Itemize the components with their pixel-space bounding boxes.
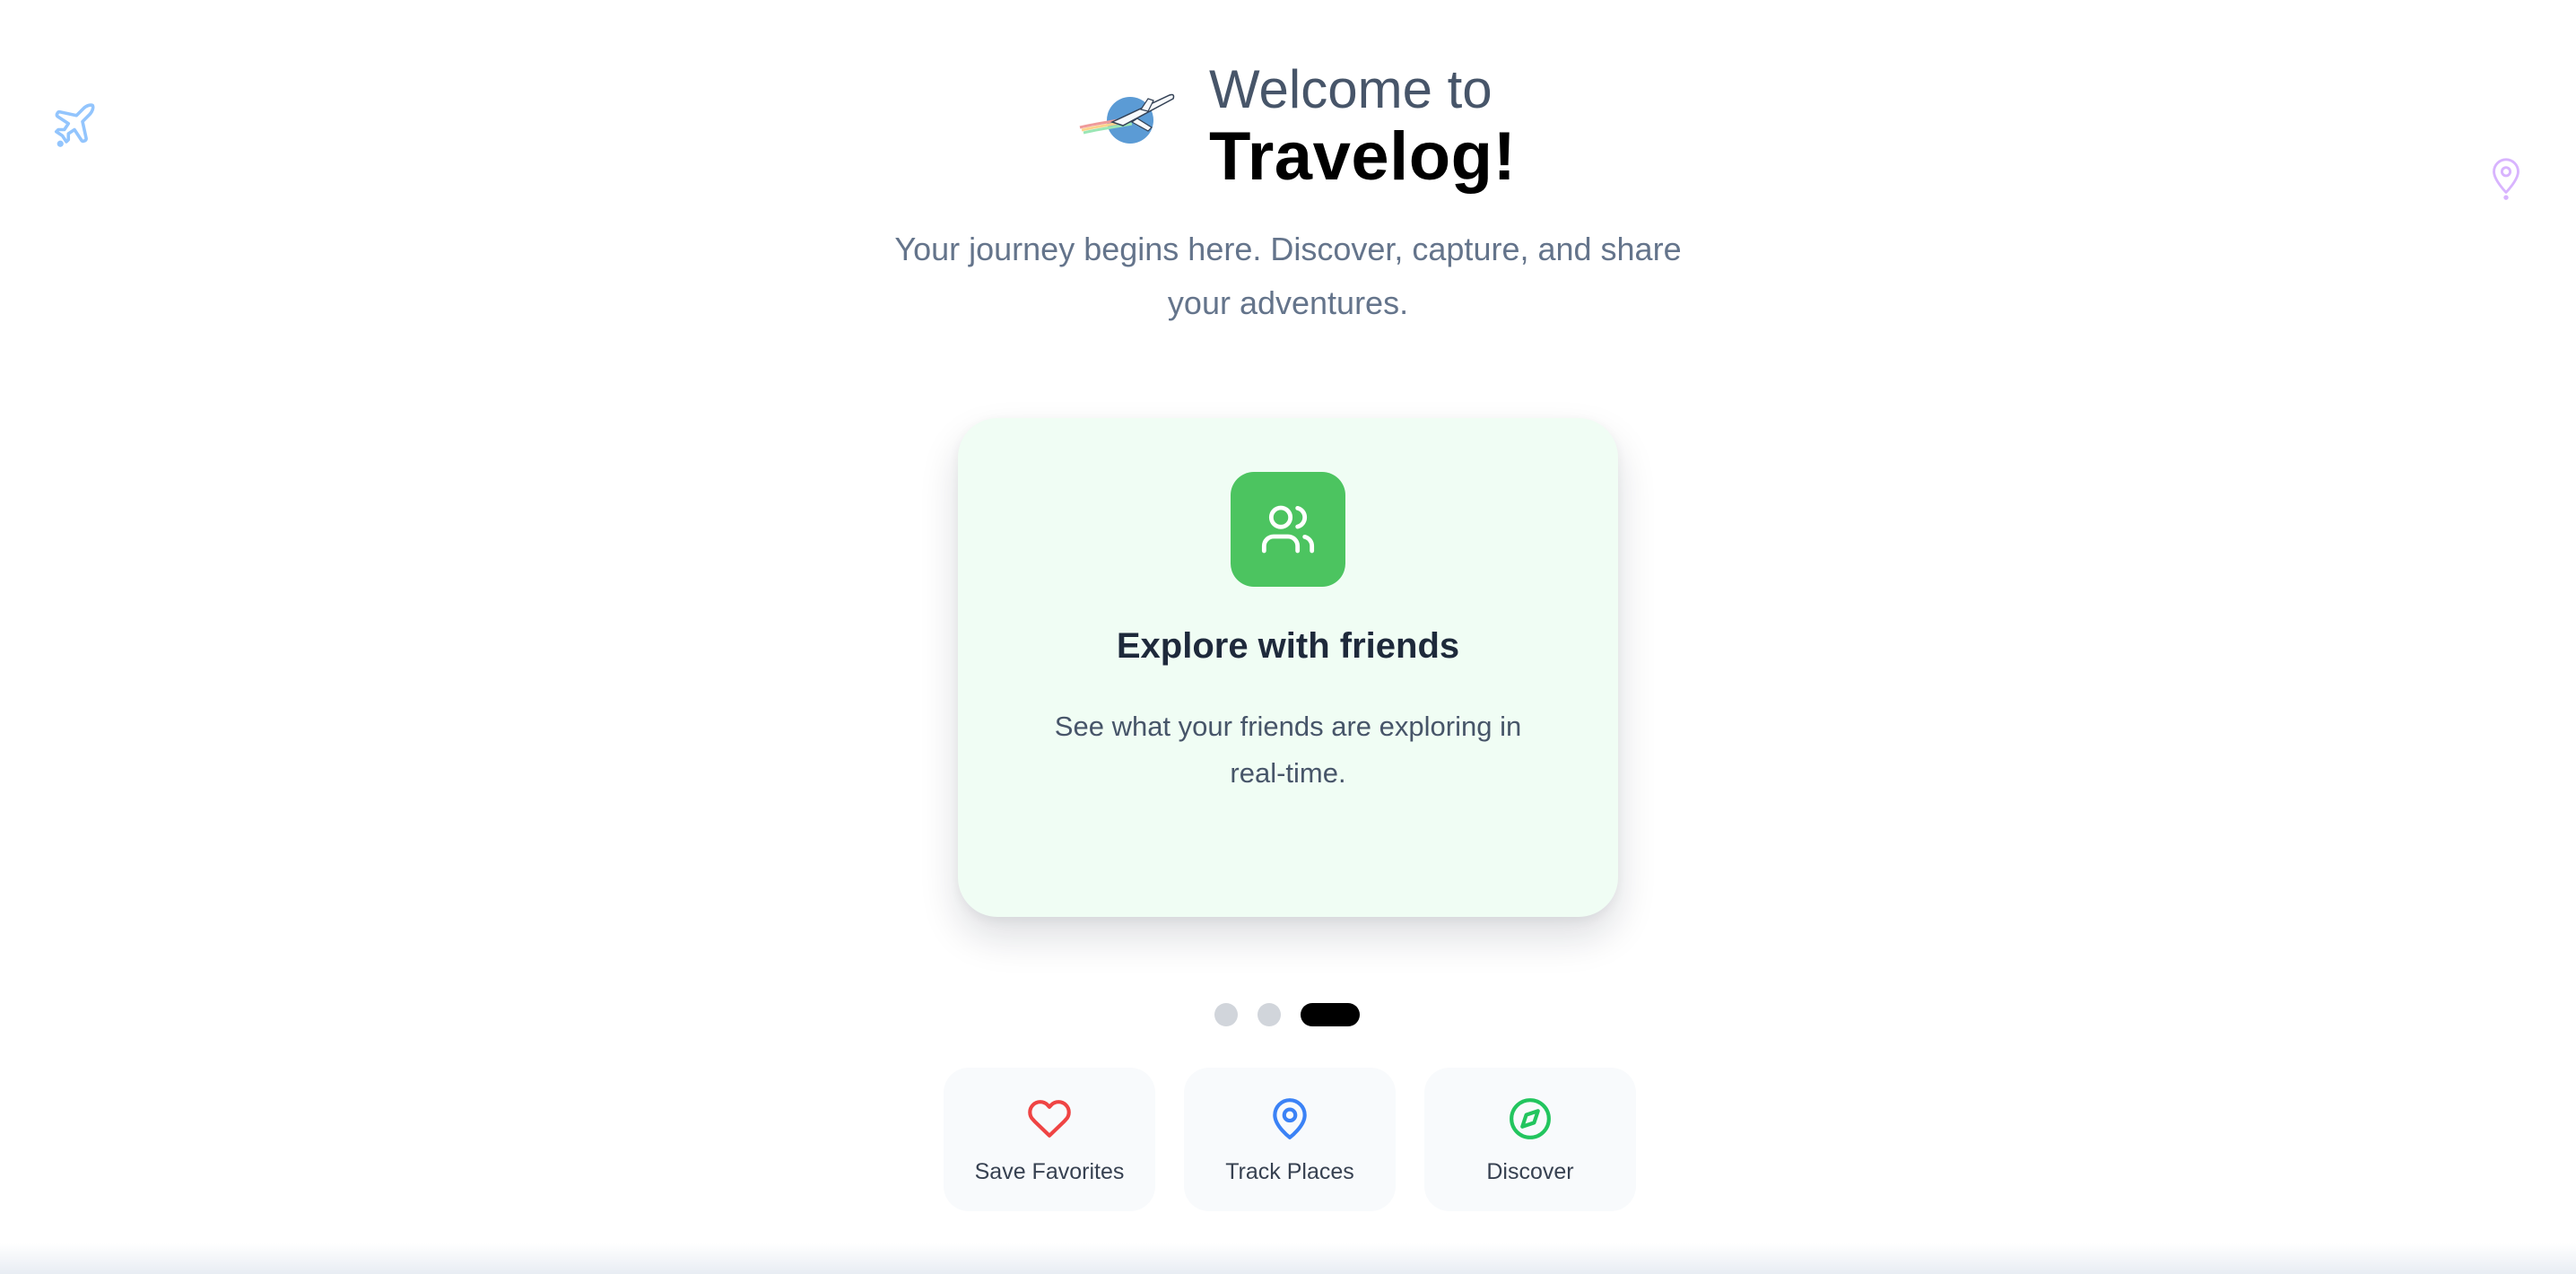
bottom-sheet-edge <box>0 1243 2576 1274</box>
airplane-icon <box>54 103 95 147</box>
welcome-screen: Welcome to Travelog! Your journey begins… <box>0 0 2576 1274</box>
app-title: Travelog! <box>1209 118 1517 195</box>
map-pin-icon <box>2493 158 2519 200</box>
feature-card[interactable]: Explore with friends See what your frien… <box>958 418 1618 917</box>
feature-card-title: Explore with friends <box>1116 626 1460 666</box>
feature-card-description: See what your friends are exploring in r… <box>1054 711 1522 789</box>
feature-tiles: Save Favorites Track Places Discover <box>944 1068 1636 1211</box>
welcome-text: Welcome to <box>1209 59 1493 119</box>
pager-dot-active[interactable] <box>1301 1003 1360 1026</box>
tile-discover[interactable]: Discover <box>1424 1068 1636 1211</box>
tile-label: Track Places <box>1225 1159 1354 1184</box>
pager-dot[interactable] <box>1214 1003 1238 1026</box>
compass-icon <box>1510 1098 1551 1139</box>
tile-label: Discover <box>1486 1159 1574 1184</box>
map-pin-icon <box>1273 1098 1307 1139</box>
feature-card-icon-box <box>1231 472 1345 587</box>
tile-label: Save Favorites <box>974 1159 1125 1184</box>
pager-dot[interactable] <box>1258 1003 1281 1026</box>
tagline: Your journey begins here. Discover, capt… <box>894 231 1682 321</box>
carousel-pager <box>1214 1003 1360 1026</box>
heart-icon <box>1028 1100 1071 1138</box>
tile-save-favorites[interactable]: Save Favorites <box>944 1068 1155 1211</box>
users-icon <box>1261 505 1315 554</box>
globe-airplane-logo <box>1079 93 1175 144</box>
hero-header: Welcome to Travelog! <box>1076 59 1516 194</box>
tile-track-places[interactable]: Track Places <box>1184 1068 1396 1211</box>
